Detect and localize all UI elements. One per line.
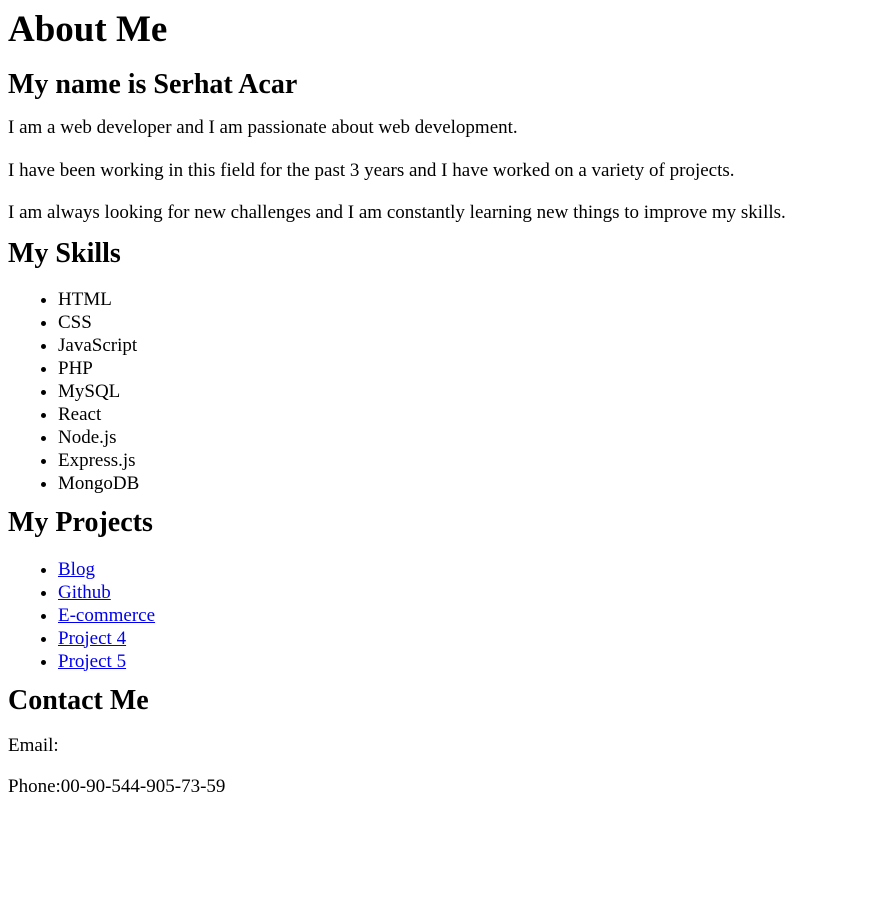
phone-label: Phone: [8, 776, 61, 798]
intro-paragraph: I have been working in this field for th… [8, 159, 735, 181]
skill-item: Express.js [58, 449, 877, 472]
name-heading: My name is Serhat Acar [8, 68, 298, 100]
skill-item: MySQL [58, 380, 877, 403]
skill-item: JavaScript [58, 334, 877, 357]
contact-heading: Contact Me [8, 684, 149, 716]
project-item: Blog [58, 558, 877, 581]
skill-item: PHP [58, 357, 877, 380]
skill-item: Node.js [58, 426, 877, 449]
project-item: E-commerce [58, 604, 877, 627]
project-item: Project 4 [58, 627, 877, 650]
skills-heading: My Skills [8, 238, 121, 270]
project-item: Project 5 [58, 650, 877, 673]
projects-list: Blog Github E-commerce Project 4 Project… [8, 558, 877, 673]
project-link-blog[interactable]: Blog [58, 559, 95, 580]
email-label: Email: [8, 734, 59, 756]
project-item: Github [58, 581, 877, 604]
skill-item: MongoDB [58, 472, 877, 495]
project-link-github[interactable]: Github [58, 582, 111, 603]
email-line: Email: [8, 735, 877, 758]
page-title: About Me [8, 9, 168, 50]
skill-item: React [58, 403, 877, 426]
skill-item: CSS [58, 311, 877, 334]
about-page: About Me My name is Serhat Acar I am a w… [0, 9, 885, 799]
project-link-ecommerce[interactable]: E-commerce [58, 605, 155, 626]
skills-list: HTML CSS JavaScript PHP MySQL React Node… [8, 288, 877, 495]
projects-heading: My Projects [8, 507, 153, 539]
phone-value: 00-90-544-905-73-59 [60, 776, 226, 798]
skill-item: HTML [58, 288, 877, 311]
project-link-project-4[interactable]: Project 4 [58, 628, 126, 649]
intro-paragraph: I am always looking for new challenges a… [8, 202, 786, 224]
phone-line: Phone:00-90-544-905-73-59 [8, 776, 877, 799]
intro-paragraph: I am a web developer and I am passionate… [8, 116, 518, 138]
project-link-project-5[interactable]: Project 5 [58, 651, 126, 672]
